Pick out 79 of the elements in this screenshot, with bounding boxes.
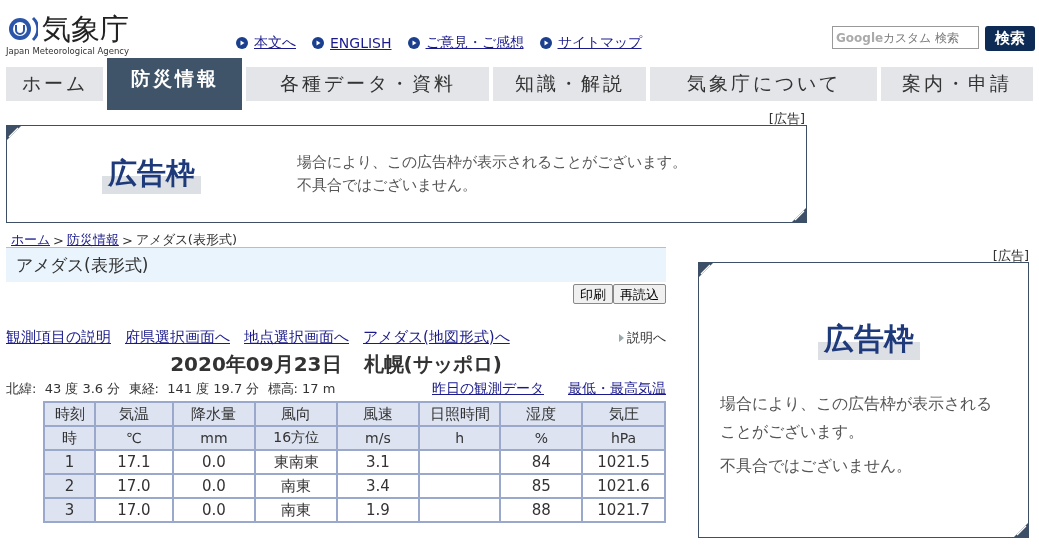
table-cell: 1.9: [337, 498, 419, 522]
logo-icon: [6, 14, 38, 44]
column-header: 風速: [337, 402, 419, 426]
table-cell: 南東: [255, 474, 338, 498]
ad-banner[interactable]: 広告枠 場合により、この広告枠が表示されることがございます。 不具合ではございません。: [698, 262, 1029, 538]
corner-icon: [792, 208, 806, 222]
nav-tab[interactable]: ホーム: [6, 67, 103, 101]
breadcrumb-link[interactable]: 防災情報: [66, 231, 119, 249]
column-header: 風向: [255, 402, 338, 426]
column-header: 湿度: [500, 402, 583, 426]
ad-banner[interactable]: 広告枠 場合により、この広告枠が表示されることがございます。 不具合ではございません。: [6, 125, 807, 223]
nav-tab[interactable]: 防災情報: [107, 58, 242, 110]
header-link[interactable]: ENGLISH: [312, 34, 392, 52]
nav-link[interactable]: 観測項目の説明: [6, 328, 111, 347]
column-header: 気温: [95, 402, 173, 426]
breadcrumb-current: アメダス(表形式): [135, 231, 237, 249]
table-cell: 84: [500, 450, 583, 474]
arrow-icon: [618, 332, 624, 343]
nav-tab[interactable]: 気象庁について: [650, 67, 877, 101]
logo-text[interactable]: 気象庁: [42, 12, 129, 46]
column-header: 時刻: [44, 402, 96, 426]
table-cell: 1021.5: [582, 450, 665, 474]
ad-label: [広告]: [992, 249, 1029, 262]
table-cell: 88: [500, 498, 583, 522]
table-cell: 0.0: [172, 474, 256, 498]
search-brand: Google: [836, 31, 884, 45]
hour-cell: 1: [44, 450, 96, 474]
column-header: 気圧: [582, 402, 665, 426]
logo-subtitle: Japan Meteorological Agency: [6, 46, 131, 56]
toolbar-button[interactable]: 印刷: [573, 284, 613, 304]
unit-cell: 時: [44, 426, 96, 450]
table-cell: 0.0: [172, 450, 256, 474]
bullet-icon: [539, 37, 552, 49]
ad-title: 広告枠: [102, 154, 201, 194]
breadcrumb-separator: >: [53, 232, 64, 248]
table-cell: 17.0: [95, 498, 173, 522]
column-header: 日照時間: [418, 402, 501, 426]
table-cell: 1021.7: [582, 498, 665, 522]
table-cell: 85: [500, 474, 583, 498]
breadcrumb-separator: >: [121, 232, 133, 248]
table-cell: 南東: [255, 498, 338, 522]
corner-icon: [699, 263, 713, 277]
table-cell: 3.4: [337, 474, 419, 498]
nav-link[interactable]: 地点選択画面へ: [244, 328, 349, 347]
help-link[interactable]: 説明へ: [627, 328, 666, 347]
corner-icon: [1014, 523, 1028, 537]
data-link[interactable]: 最低・最高気温: [568, 380, 666, 398]
toolbar-button[interactable]: 再読込: [613, 284, 666, 304]
date-heading: 2020年09月23日: [170, 351, 342, 378]
location-text: 北緯: 43 度 3.6 分 東経: 141 度 19.7 分 標高: 17 m: [6, 380, 336, 398]
hour-cell: 2: [44, 474, 96, 498]
table-cell: 17.1: [95, 450, 173, 474]
data-link[interactable]: 昨日の観測データ: [432, 380, 544, 398]
ad-title: 広告枠: [818, 319, 920, 360]
station-heading: 札幌(サッポロ): [363, 351, 502, 378]
bullet-icon: [312, 37, 324, 49]
page-title: アメダス(表形式): [6, 247, 666, 282]
nav-link[interactable]: 府県選択画面へ: [125, 328, 230, 347]
table-cell: 0.0: [172, 498, 256, 522]
table-cell: 3.1: [337, 450, 419, 474]
ad-label: [広告]: [768, 112, 805, 125]
bullet-icon: [407, 37, 420, 49]
nav-tab[interactable]: 知識・解説: [493, 67, 646, 101]
nav-tab[interactable]: 案内・申請: [881, 67, 1033, 101]
ad-text: 不具合ではございません。: [297, 176, 478, 195]
ad-text: 場合により、この広告枠が表示されることがございます。: [297, 153, 687, 172]
nav-tab[interactable]: 各種データ・資料: [246, 67, 489, 101]
corner-icon: [7, 126, 21, 140]
breadcrumb-link[interactable]: ホーム: [11, 231, 50, 249]
hour-cell: 3: [44, 498, 96, 522]
search-button[interactable]: 検索: [985, 26, 1035, 51]
table-cell: 東南東: [255, 450, 338, 474]
ad-text: 場合により、この広告枠が表示されることがございます。: [720, 393, 993, 443]
ad-text: 不具合ではございません。: [720, 455, 913, 477]
table-cell: 1021.6: [582, 474, 665, 498]
nav-link[interactable]: アメダス(地図形式)へ: [363, 328, 510, 347]
column-header: 降水量: [172, 402, 256, 426]
bullet-icon: [236, 37, 248, 49]
table-cell: 17.0: [95, 474, 173, 498]
